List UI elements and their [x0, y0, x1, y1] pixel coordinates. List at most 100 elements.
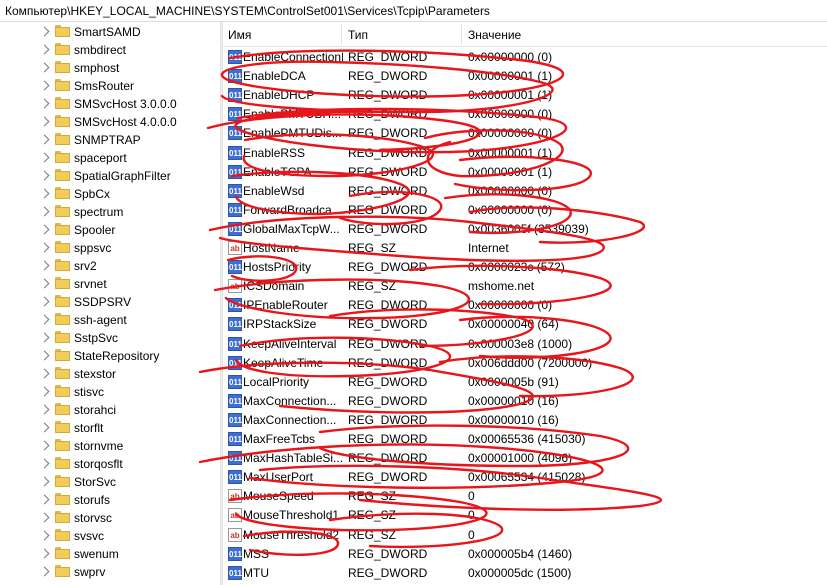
value-row[interactable]: 011 EnablePMTUDis... REG_DWORD 0x00000000 (…: [223, 124, 827, 143]
chevron-right-icon[interactable]: [39, 494, 50, 505]
tree-item[interactable]: SpatialGraphFilter: [0, 167, 220, 185]
value-row[interactable]: 011 GlobalMaxTcpW... REG_DWORD 0x0036005f (…: [223, 220, 827, 239]
tree-item[interactable]: stornvme: [0, 437, 220, 455]
tree-item[interactable]: sppsvc: [0, 239, 220, 257]
chevron-right-icon[interactable]: [39, 566, 50, 577]
value-row[interactable]: 011 EnablePMTUBH... REG_DWORD 0x00000000 (0…: [223, 105, 827, 124]
value-row[interactable]: 011 EnableTCPA REG_DWORD 0x00000001 (1): [223, 163, 827, 182]
chevron-right-icon[interactable]: [39, 440, 50, 451]
value-row[interactable]: 011 KeepAliveInterval REG_DWORD 0x000003e8 …: [223, 335, 827, 354]
column-header-name[interactable]: Имя: [228, 28, 251, 42]
tree-item[interactable]: swprv: [0, 563, 220, 581]
chevron-right-icon[interactable]: [39, 98, 50, 109]
chevron-right-icon[interactable]: [39, 458, 50, 469]
value-row[interactable]: 011 MaxConnection... REG_DWORD 0x00000010 (…: [223, 411, 827, 430]
chevron-right-icon[interactable]: [39, 44, 50, 55]
tree-item[interactable]: SMSvcHost 3.0.0.0: [0, 95, 220, 113]
value-row[interactable]: 011 EnableDCA REG_DWORD 0x00000001 (1): [223, 67, 827, 86]
tree-item[interactable]: SstpSvc: [0, 329, 220, 347]
chevron-right-icon[interactable]: [39, 62, 50, 73]
tree-item[interactable]: srv2: [0, 257, 220, 275]
value-row[interactable]: 011 KeepAliveTime REG_DWORD 0x006ddd00 (720…: [223, 354, 827, 373]
chevron-right-icon[interactable]: [39, 512, 50, 523]
value-row[interactable]: 011 IPEnableRouter REG_DWORD 0x00000000 (0): [223, 296, 827, 315]
value-row[interactable]: 011 EnableWsd REG_DWORD 0x00000000 (0): [223, 182, 827, 201]
tree-item[interactable]: SmsRouter: [0, 77, 220, 95]
chevron-right-icon[interactable]: [39, 242, 50, 253]
tree-item[interactable]: storufs: [0, 491, 220, 509]
value-row[interactable]: 011 MSS REG_DWORD 0x000005b4 (1460): [223, 545, 827, 564]
tree-item[interactable]: SNMPTRAP: [0, 131, 220, 149]
tree-item[interactable]: ssh-agent: [0, 311, 220, 329]
tree-item[interactable]: StateRepository: [0, 347, 220, 365]
tree-item[interactable]: svsvc: [0, 527, 220, 545]
tree-item[interactable]: SpbCx: [0, 185, 220, 203]
chevron-right-icon[interactable]: [39, 350, 50, 361]
value-row[interactable]: 011EnableConnectionRateLimiting REG_DWORD…: [223, 48, 827, 67]
tree-item[interactable]: stexstor: [0, 365, 220, 383]
value-row[interactable]: 011 MaxFreeTcbs REG_DWORD 0x00065536 (41503…: [223, 430, 827, 449]
registry-tree[interactable]: SmartSAMD smbdirect smphost SmsRouter SMSvcH…: [0, 22, 220, 585]
tree-item[interactable]: stisvc: [0, 383, 220, 401]
column-divider[interactable]: [341, 24, 342, 45]
address-bar[interactable]: Компьютер\HKEY_LOCAL_MACHINE\SYSTEM\Cont…: [0, 0, 827, 22]
chevron-right-icon[interactable]: [39, 224, 50, 235]
chevron-right-icon[interactable]: [39, 26, 50, 37]
value-row[interactable]: 011 IRPStackSize REG_DWORD 0x00000040 (64): [223, 315, 827, 334]
chevron-right-icon[interactable]: [39, 530, 50, 541]
tree-item[interactable]: swenum: [0, 545, 220, 563]
value-row[interactable]: 011 ForwardBroadca... REG_DWORD 0x00000000 …: [223, 201, 827, 220]
column-divider[interactable]: [461, 24, 462, 45]
tree-item[interactable]: storvsc: [0, 509, 220, 527]
chevron-right-icon[interactable]: [39, 296, 50, 307]
tree-item[interactable]: storflt: [0, 419, 220, 437]
chevron-right-icon[interactable]: [39, 314, 50, 325]
value-row[interactable]: ab ICSDomain REG_SZ mshome.net: [223, 277, 827, 296]
tree-item[interactable]: smbdirect: [0, 41, 220, 59]
value-row[interactable]: ab MouseSpeed REG_SZ 0: [223, 487, 827, 506]
tree-item[interactable]: storahci: [0, 401, 220, 419]
chevron-right-icon[interactable]: [39, 386, 50, 397]
chevron-right-icon[interactable]: [39, 80, 50, 91]
chevron-right-icon[interactable]: [39, 260, 50, 271]
value-row[interactable]: 011 MaxHashTableSi... REG_DWORD 0x00001000 …: [223, 449, 827, 468]
chevron-right-icon[interactable]: [39, 476, 50, 487]
tree-item[interactable]: spectrum: [0, 203, 220, 221]
value-row[interactable]: 011 MTU REG_DWORD 0x000005dc (1500): [223, 564, 827, 583]
value-row[interactable]: 011 EnableDHCP REG_DWORD 0x00000001 (1): [223, 86, 827, 105]
tree-item[interactable]: storqosflt: [0, 455, 220, 473]
column-header-type[interactable]: Тип: [348, 28, 368, 42]
value-row[interactable]: 011 EnableRSS REG_DWORD 0x00000001 (1): [223, 144, 827, 163]
chevron-right-icon[interactable]: [39, 548, 50, 559]
chevron-right-icon[interactable]: [39, 134, 50, 145]
chevron-right-icon[interactable]: [39, 332, 50, 343]
tree-item[interactable]: smphost: [0, 59, 220, 77]
folder-icon: [55, 331, 70, 343]
folder-icon: [55, 151, 70, 163]
value-row[interactable]: ab MouseThreshold1 REG_SZ 0: [223, 506, 827, 525]
value-row[interactable]: 011 HostsPriority REG_DWORD 0x0000023c (572…: [223, 258, 827, 277]
tree-item[interactable]: SmartSAMD: [0, 23, 220, 41]
chevron-right-icon[interactable]: [39, 422, 50, 433]
chevron-right-icon[interactable]: [39, 152, 50, 163]
tree-item[interactable]: SMSvcHost 4.0.0.0: [0, 113, 220, 131]
tree-item[interactable]: spaceport: [0, 149, 220, 167]
chevron-right-icon[interactable]: [39, 368, 50, 379]
tree-item[interactable]: SSDPSRV: [0, 293, 220, 311]
value-row[interactable]: 011 LocalPriority REG_DWORD 0x0000005b (91): [223, 373, 827, 392]
column-header-data[interactable]: Значение: [468, 28, 521, 42]
value-row[interactable]: 011 MaxUserPort REG_DWORD 0x00065534 (41502…: [223, 468, 827, 487]
chevron-right-icon[interactable]: [39, 206, 50, 217]
chevron-right-icon[interactable]: [39, 170, 50, 181]
values-list[interactable]: Имя Тип Значение 011EnableConnectionRate…: [223, 22, 827, 585]
tree-item[interactable]: srvnet: [0, 275, 220, 293]
value-row[interactable]: ab HostName REG_SZ Internet: [223, 239, 827, 258]
chevron-right-icon[interactable]: [39, 404, 50, 415]
tree-item[interactable]: Spooler: [0, 221, 220, 239]
chevron-right-icon[interactable]: [39, 188, 50, 199]
value-row[interactable]: 011 MaxConnection... REG_DWORD 0x00000010 (…: [223, 392, 827, 411]
tree-item[interactable]: StorSvc: [0, 473, 220, 491]
value-row[interactable]: ab MouseThreshold2 REG_SZ 0: [223, 526, 827, 545]
chevron-right-icon[interactable]: [39, 116, 50, 127]
chevron-right-icon[interactable]: [39, 278, 50, 289]
